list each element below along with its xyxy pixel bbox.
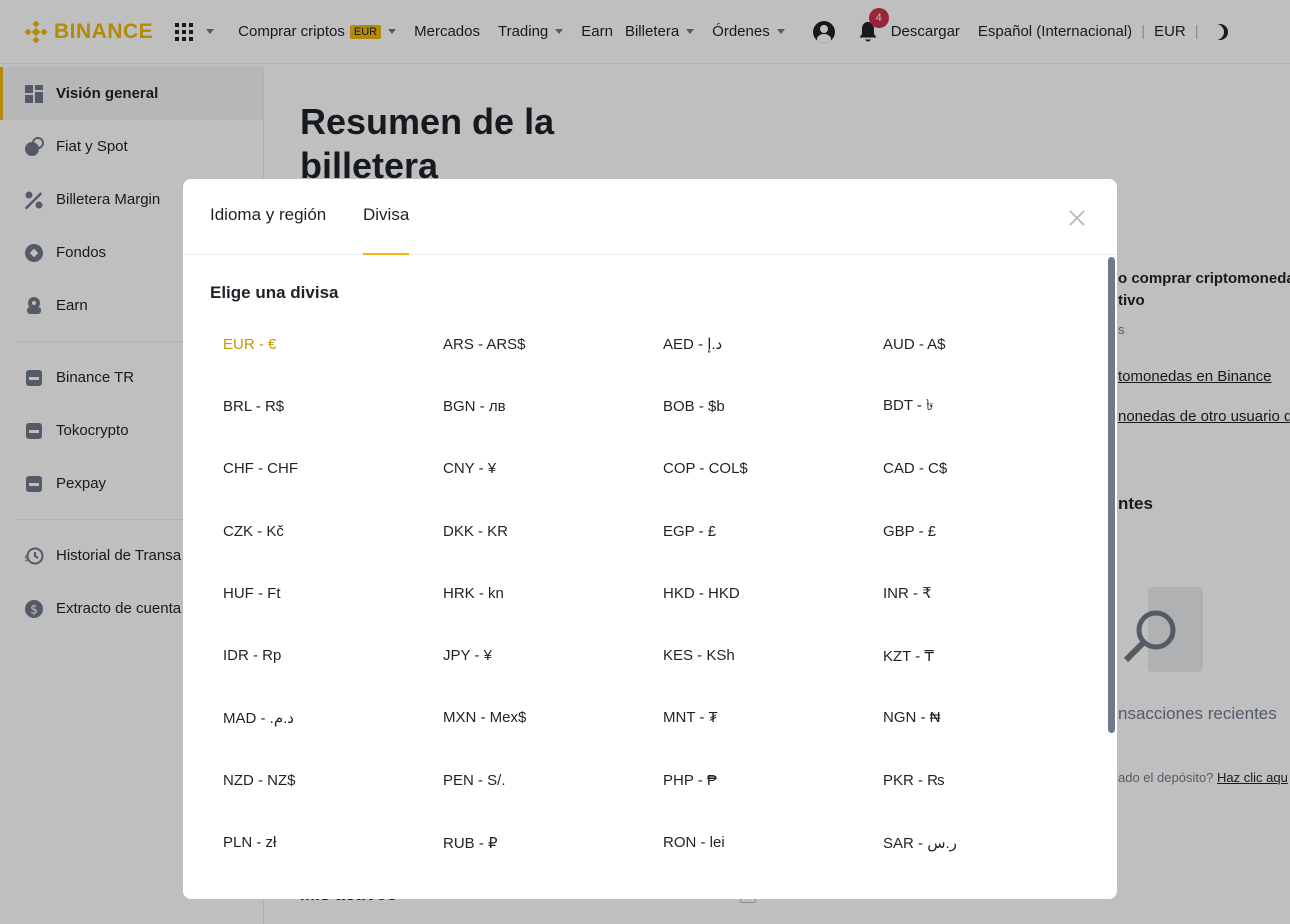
tab-currency[interactable]: Divisa (363, 205, 410, 255)
currency-option[interactable]: NGN - ₦ (870, 687, 1090, 749)
currency-option-selected[interactable]: EUR - € (210, 313, 430, 375)
currency-option[interactable]: PLN - zł (210, 811, 430, 873)
currency-option[interactable]: IDR - Rp (210, 624, 430, 686)
currency-option[interactable]: CAD - C$ (870, 438, 1090, 500)
currency-option[interactable]: AUD - A$ (870, 313, 1090, 375)
currency-option[interactable]: JPY - ¥ (430, 624, 650, 686)
currency-option[interactable]: SAR - ر.س (870, 811, 1090, 873)
currency-option[interactable]: GBP - £ (870, 500, 1090, 562)
currency-option[interactable]: COP - COL$ (650, 438, 870, 500)
currency-option[interactable]: HKD - HKD (650, 562, 870, 624)
currency-option[interactable]: PKR - ₨ (870, 749, 1090, 811)
modal-scrollbar[interactable] (1108, 257, 1115, 733)
currency-option[interactable]: MNT - ₮ (650, 687, 870, 749)
currency-option[interactable]: HRK - kn (430, 562, 650, 624)
currency-option[interactable]: MXN - Mex$ (430, 687, 650, 749)
currency-option[interactable]: MAD - .د.م (210, 687, 430, 749)
choose-currency-label: Elige una divisa (210, 283, 339, 302)
currency-option[interactable]: RUB - ₽ (430, 811, 650, 873)
close-icon[interactable] (1067, 208, 1087, 228)
currency-option[interactable]: ARS - ARS$ (430, 313, 650, 375)
language-currency-modal: Idioma y región Divisa Elige una divisa … (183, 179, 1117, 899)
currency-option[interactable]: NZD - NZ$ (210, 749, 430, 811)
currency-option[interactable]: PEN - S/. (430, 749, 650, 811)
currency-option[interactable]: CNY - ¥ (430, 438, 650, 500)
currency-option[interactable]: BGN - лв (430, 375, 650, 437)
currency-option[interactable]: KZT - ₸ (870, 624, 1090, 686)
currency-option[interactable]: RON - lei (650, 811, 870, 873)
currency-option[interactable]: CHF - CHF (210, 438, 430, 500)
currency-option[interactable]: PHP - ₱ (650, 749, 870, 811)
currency-option[interactable]: INR - ₹ (870, 562, 1090, 624)
currency-option[interactable]: CZK - Kč (210, 500, 430, 562)
currency-option[interactable]: HUF - Ft (210, 562, 430, 624)
currency-option[interactable]: BDT - ৳ (870, 375, 1090, 437)
currency-option[interactable]: DKK - KR (430, 500, 650, 562)
currency-option[interactable]: EGP - £ (650, 500, 870, 562)
currency-option[interactable]: BRL - R$ (210, 375, 430, 437)
modal-header: Idioma y región Divisa (183, 179, 1117, 255)
modal-body: Elige una divisa EUR - € ARS - ARS$ AED - … (183, 255, 1117, 899)
currency-option[interactable]: AED - د.إ (650, 313, 870, 375)
currency-list: EUR - € ARS - ARS$ AED - د.إ AUD - A$ BRL - … (210, 313, 1090, 874)
tab-language-region[interactable]: Idioma y región (210, 205, 326, 255)
currency-option[interactable]: BOB - $b (650, 375, 870, 437)
currency-option[interactable]: KES - KSh (650, 624, 870, 686)
